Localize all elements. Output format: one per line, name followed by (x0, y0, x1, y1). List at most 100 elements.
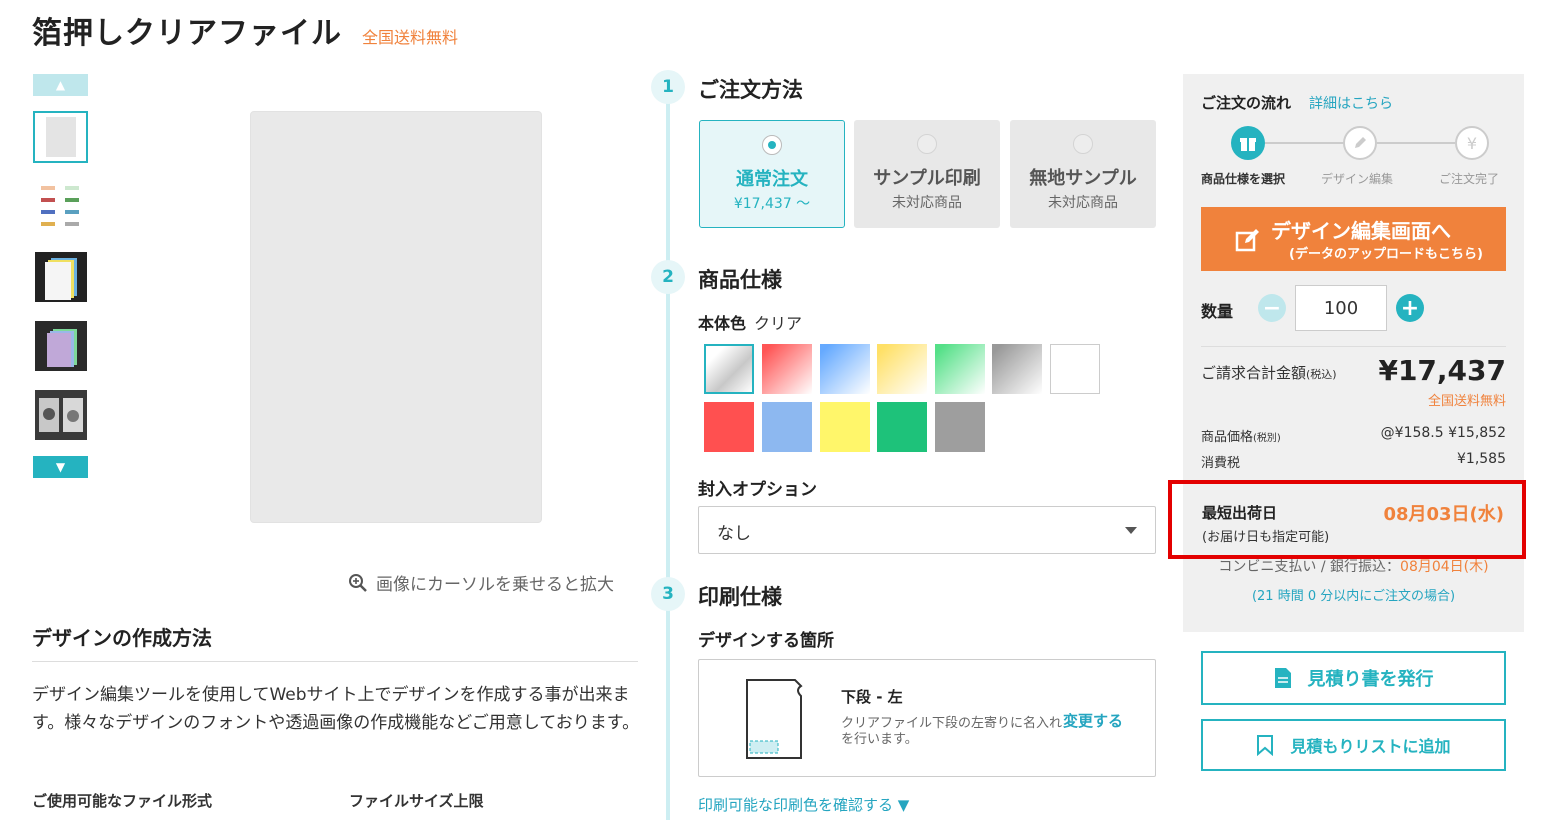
add-to-quote-list-label: 見積もりリストに追加 (1290, 737, 1451, 756)
design-editor-button-sublabel: (データのアップロードもこちら) (1289, 247, 1483, 262)
plus-icon: + (1400, 295, 1420, 321)
step-title-product-spec: 商品仕様 (698, 268, 782, 292)
swatch-blue[interactable] (762, 402, 812, 452)
add-to-quote-list-button[interactable]: 見積もりリストに追加 (1201, 719, 1506, 771)
thumbnail-5[interactable] (33, 389, 88, 441)
thumbnail-1[interactable] (33, 111, 88, 163)
order-method-normal[interactable]: 通常注文 ¥17,437 ～ (699, 120, 845, 228)
thumbnail-image (34, 252, 87, 302)
flow-step-complete: ご注文完了 (1439, 172, 1500, 186)
swatch-white[interactable] (1050, 344, 1100, 394)
order-method-note: 未対応商品 (892, 195, 962, 211)
design-method-title: デザインの作成方法 (32, 626, 212, 650)
tax-value: ¥1,585 (1457, 451, 1506, 467)
tax-label: 消費税 (1201, 456, 1241, 471)
thumbnail-3[interactable] (33, 251, 88, 303)
swatch-green[interactable] (877, 402, 927, 452)
order-method-label: 通常注文 (736, 169, 808, 190)
swatch-clear-red[interactable] (762, 344, 812, 394)
design-method-description: デザイン編集ツールを使用してWebサイト上でデザインを作成する事が出来ます。様々… (32, 685, 640, 733)
order-method-label: 無地サンプル (1029, 168, 1137, 189)
swatch-clear-green[interactable] (935, 344, 985, 394)
zoom-hint-text: 画像にカーソルを乗せると拡大 (376, 575, 614, 595)
swatch-yellow[interactable] (820, 402, 870, 452)
swatch-clear-blue[interactable] (820, 344, 870, 394)
gift-icon (1231, 126, 1265, 160)
file-formats-label: ご使用可能なファイル形式 (32, 792, 213, 810)
flow-connector (1377, 142, 1455, 144)
order-method-note: 未対応商品 (1048, 195, 1118, 211)
minus-icon: − (1262, 295, 1282, 321)
print-area-label: デザインする箇所 (698, 631, 834, 651)
design-editor-button-label: デザイン編集画面へ (1271, 219, 1451, 243)
enclosure-option-value: なし (717, 524, 751, 544)
issue-quote-button[interactable]: 見積り書を発行 (1201, 651, 1506, 705)
quantity-decrease-button[interactable]: − (1258, 294, 1286, 322)
chevron-down-icon: ▼ (55, 460, 66, 474)
order-method-label: サンプル印刷 (873, 168, 981, 189)
body-color-value: クリア (754, 314, 803, 333)
thumb-scroll-up-button[interactable]: ▲ (33, 74, 88, 96)
bookmark-icon (1257, 735, 1274, 756)
step-title-order-method: ご注文方法 (698, 78, 803, 102)
yen-icon: ¥ (1455, 126, 1489, 160)
flow-step-select: 商品仕様を選択 (1201, 172, 1286, 186)
title-row: 箔押しクリアファイル 全国送料無料 (32, 8, 458, 52)
swatch-clear-gray[interactable] (992, 344, 1042, 394)
item-price-value: @¥158.5 ¥15,852 (1380, 425, 1506, 441)
step-number-3: 3 (651, 577, 685, 611)
swatch-gray[interactable] (935, 402, 985, 452)
order-deadline-note: (21 時間 0 分以内にご注文の場合) (1251, 589, 1456, 604)
thumbnail-4[interactable] (33, 320, 88, 372)
step-title-print-spec: 印刷仕様 (698, 585, 782, 609)
total-label: ご請求合計金額(税込) (1201, 364, 1337, 382)
edit-icon (1235, 229, 1259, 252)
step-number-1: 1 (651, 70, 685, 104)
swatch-red[interactable] (704, 402, 754, 452)
print-color-link[interactable]: 印刷可能な印刷色を確認する ▼ (698, 794, 909, 815)
quantity-increase-button[interactable]: + (1396, 294, 1424, 322)
change-print-area-link[interactable]: 変更する (1063, 710, 1123, 731)
payment-ship-date: コンビニ支払い / 銀行振込：08月04日(木) (1218, 559, 1489, 575)
enclosure-option-select[interactable]: なし (698, 506, 1156, 554)
quantity-input[interactable] (1295, 285, 1387, 331)
thumb-scroll-down-button[interactable]: ▼ (33, 456, 88, 478)
design-editor-button[interactable]: デザイン編集画面へ (データのアップロードもこちら) (1201, 207, 1506, 271)
step-number-2: 2 (651, 260, 685, 294)
print-area-description: クリアファイル下段の左寄りに名入れを行います。 (841, 716, 1063, 747)
file-size-label: ファイルサイズ上限 (349, 792, 484, 810)
main-product-image[interactable] (250, 111, 542, 523)
order-method-plain-sample[interactable]: 無地サンプル 未対応商品 (1010, 120, 1156, 228)
order-method-sample-print[interactable]: サンプル印刷 未対応商品 (854, 120, 1000, 228)
item-price-label: 商品価格(税別) (1201, 430, 1281, 445)
radio-selected[interactable] (762, 135, 782, 155)
earliest-shipping-note: (お届け日も指定可能) (1202, 530, 1330, 545)
body-color-title: 本体色 (698, 314, 747, 333)
order-method-price: ¥17,437 ～ (733, 196, 811, 212)
enclosure-option-label: 封入オプション (698, 480, 817, 500)
page-title: 箔押しクリアファイル (32, 16, 342, 51)
radio-unselected[interactable] (917, 134, 937, 154)
divider (1201, 346, 1506, 347)
zoom-hint: 画像にカーソルを乗せると拡大 (348, 570, 614, 595)
flow-connector (1265, 142, 1345, 144)
earliest-shipping-date: 08月03日(水) (1383, 504, 1504, 525)
thumbnail-image (45, 117, 76, 157)
earliest-shipping-highlight: 最短出荷日 (お届け日も指定可能) 08月03日(水) (1168, 480, 1526, 559)
print-area-box: 下段 - 左 クリアファイル下段の左寄りに名入れを行います。 変更する (698, 659, 1156, 777)
thumbnail-2[interactable] (33, 182, 88, 234)
swatch-clear-yellow[interactable] (877, 344, 927, 394)
radio-unselected[interactable] (1073, 134, 1093, 154)
earliest-shipping-label: 最短出荷日 (1202, 504, 1278, 522)
free-shipping-badge: 全国送料無料 (362, 28, 459, 47)
zoom-in-icon (349, 573, 367, 592)
thumbnail-image (40, 186, 79, 226)
caret-down-icon (1125, 527, 1137, 534)
step-progress-line (666, 100, 670, 820)
order-flow-title: ご注文の流れ (1201, 94, 1292, 112)
thumbnail-image (34, 390, 87, 440)
order-flow-details-link[interactable]: 詳細はこちら (1309, 93, 1393, 113)
issue-quote-label: 見積り書を発行 (1307, 669, 1434, 690)
divider (32, 661, 638, 662)
swatch-clear[interactable] (704, 344, 754, 394)
